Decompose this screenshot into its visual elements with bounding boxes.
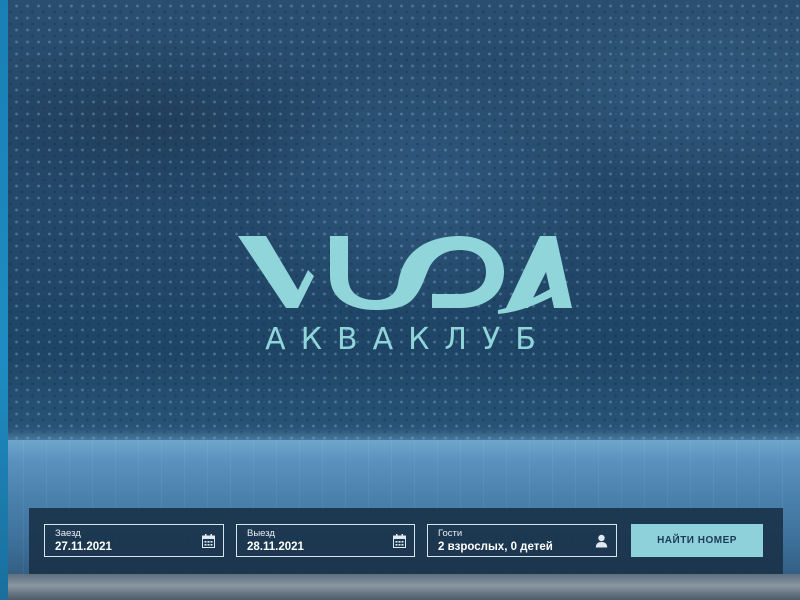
calendar-icon[interactable] [393, 534, 406, 548]
checkin-value: 27.11.2021 [55, 541, 112, 553]
calendar-icon[interactable] [202, 534, 215, 548]
brand-logo: АКВАКЛУБ [236, 228, 572, 358]
person-icon[interactable] [595, 534, 608, 548]
voda-logo-mark [238, 236, 572, 314]
guests-value: 2 взрослых, 0 детей [438, 541, 553, 553]
background-floor-edge [0, 574, 800, 600]
checkout-value: 28.11.2021 [247, 541, 304, 553]
find-room-button[interactable]: НАЙТИ НОМЕР [631, 524, 763, 557]
checkin-date-field[interactable]: Заезд 27.11.2021 [44, 524, 224, 557]
left-edge-accent [0, 0, 8, 600]
guests-label: Гости [438, 528, 463, 539]
checkin-label: Заезд [55, 528, 81, 539]
background-texture-shadow [5, 6, 800, 446]
guests-field[interactable]: Гости 2 взрослых, 0 детей [427, 524, 617, 557]
brand-subtitle: АКВАКЛУБ [265, 322, 551, 357]
booking-bar: Заезд 27.11.2021 Выезд 28.11.2021 Гости … [29, 508, 783, 574]
page: АКВАКЛУБ Заезд 27.11.2021 Выезд 28.11.20… [0, 0, 800, 600]
checkout-date-field[interactable]: Выезд 28.11.2021 [236, 524, 415, 557]
checkout-label: Выезд [247, 528, 275, 539]
